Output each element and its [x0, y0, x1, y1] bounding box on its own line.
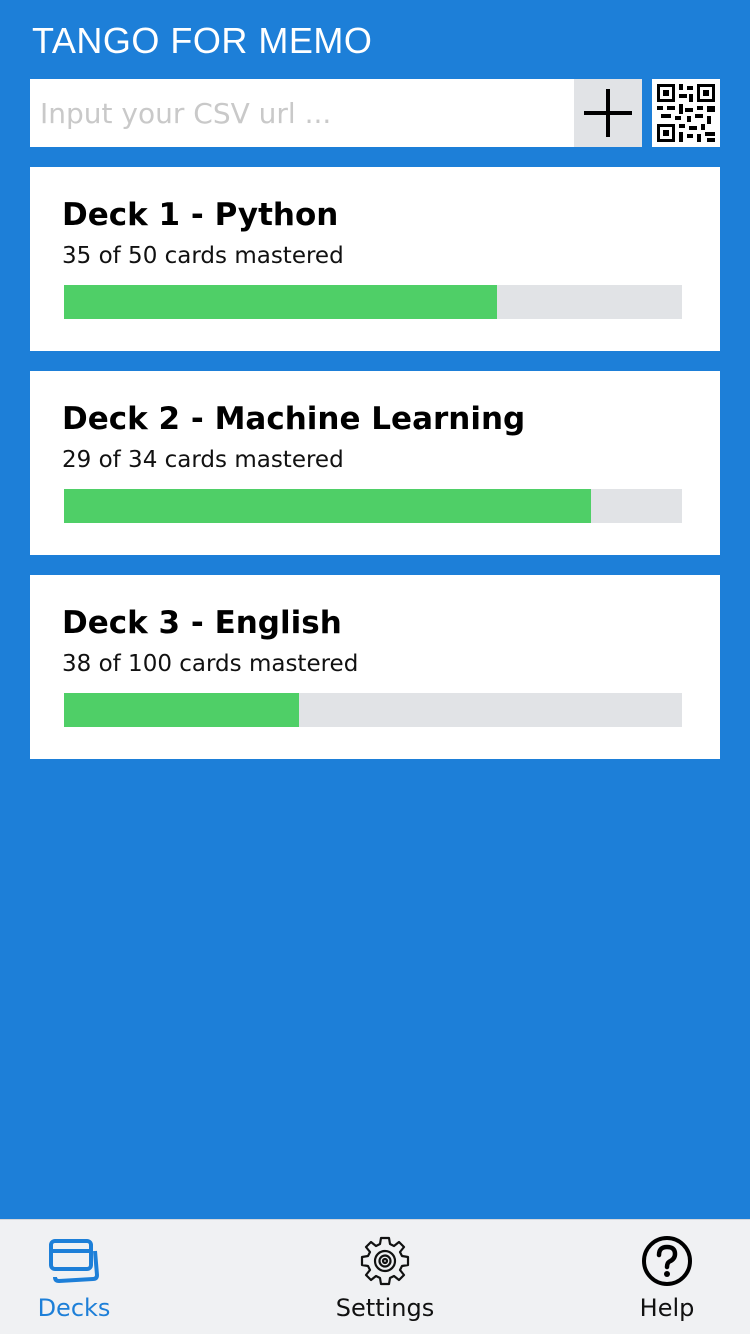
deck-title: Deck 1 - Python [62, 197, 339, 233]
deck-card[interactable]: Deck 1 - Python 35 of 50 cards mastered [30, 167, 720, 351]
tab-help-label: Help [639, 1294, 695, 1322]
add-deck-button[interactable] [574, 79, 642, 147]
tab-settings[interactable]: Settings [325, 1220, 445, 1334]
plus-icon [584, 89, 632, 137]
deck-progress-bar [64, 489, 682, 523]
gear-icon [359, 1234, 411, 1288]
csv-url-input[interactable] [30, 79, 574, 147]
cards-icon [47, 1234, 101, 1288]
deck-list: Deck 1 - Python 35 of 50 cards mastered … [30, 167, 720, 779]
deck-progress-text: 38 of 100 cards mastered [62, 651, 359, 677]
tab-decks[interactable]: Decks [24, 1220, 124, 1334]
tab-help[interactable]: Help [617, 1220, 717, 1334]
deck-progress-bar [64, 693, 682, 727]
deck-title: Deck 3 - English [62, 605, 342, 641]
deck-progress-text: 29 of 34 cards mastered [62, 447, 344, 473]
deck-progress-bar [64, 285, 682, 319]
deck-progress-fill [64, 693, 299, 727]
deck-card[interactable]: Deck 2 - Machine Learning 29 of 34 cards… [30, 371, 720, 555]
question-circle-icon [640, 1234, 694, 1288]
qr-scan-button[interactable] [652, 79, 720, 147]
tab-settings-label: Settings [335, 1294, 435, 1322]
qr-code-icon [657, 84, 715, 142]
app-title: TANGO FOR MEMO [32, 20, 373, 61]
deck-progress-fill [64, 489, 592, 523]
deck-title: Deck 2 - Machine Learning [62, 401, 526, 437]
deck-card[interactable]: Deck 3 - English 38 of 100 cards mastere… [30, 575, 720, 759]
deck-progress-fill [64, 285, 497, 319]
bottom-tab-bar: Decks Settings Help [0, 1219, 750, 1334]
csv-url-bar [30, 79, 642, 147]
deck-progress-text: 35 of 50 cards mastered [62, 243, 344, 269]
tab-decks-label: Decks [37, 1294, 111, 1322]
app-screen: TANGO FOR MEMO Input your CSV url ... De… [0, 0, 750, 1334]
